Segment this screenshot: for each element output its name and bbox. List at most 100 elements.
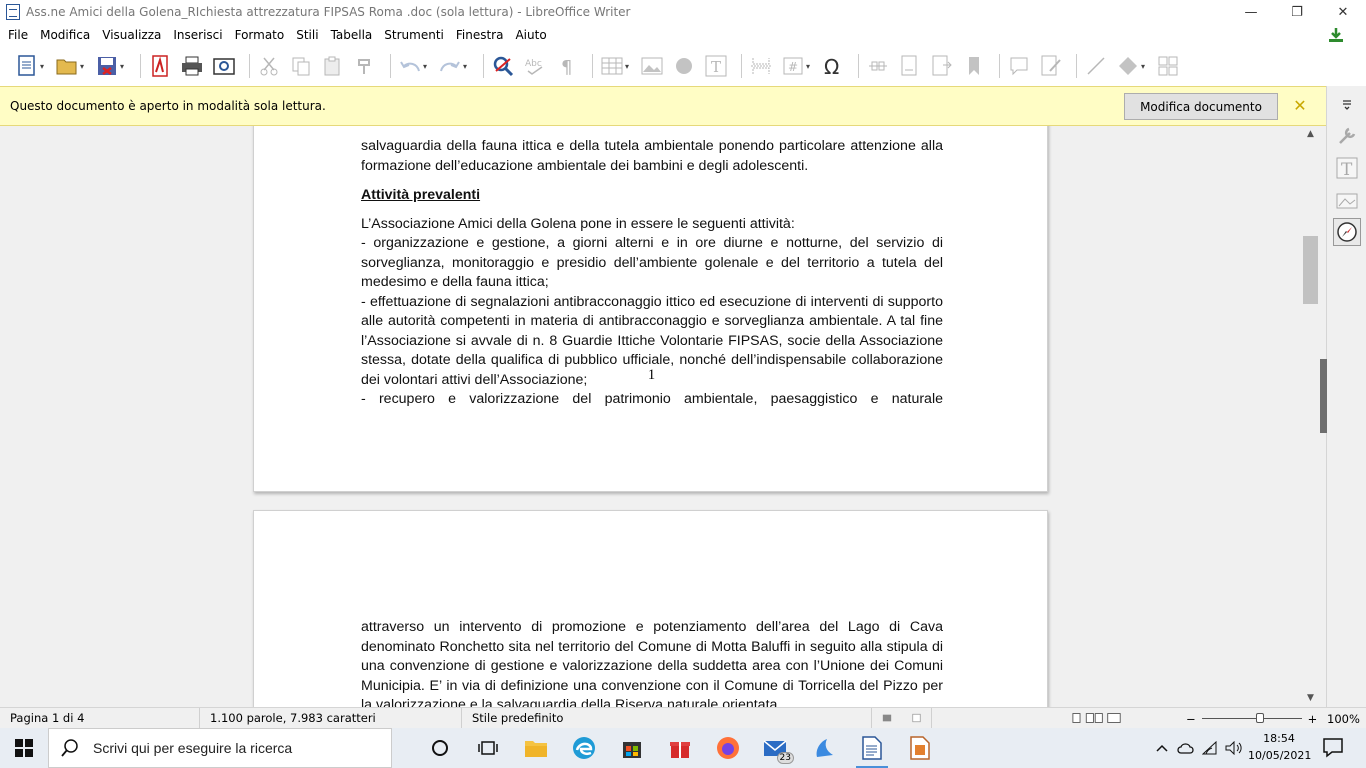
mail-unread-badge: 23	[776, 752, 794, 764]
copy-icon[interactable]	[288, 53, 314, 79]
sidebar-menu-icon[interactable]	[1333, 90, 1361, 118]
show-hidden-icons-chevron-icon[interactable]	[1150, 728, 1174, 768]
redo-icon[interactable]	[437, 53, 463, 79]
paste-icon[interactable]	[320, 53, 346, 79]
zoom-out-icon[interactable]: −	[1186, 712, 1196, 726]
zoom-track[interactable]	[1201, 713, 1302, 723]
formatting-marks-icon[interactable]: ¶	[554, 53, 580, 79]
special-character-icon[interactable]: Ω	[820, 53, 846, 79]
wifi-network-icon[interactable]	[1198, 728, 1222, 768]
find-replace-icon[interactable]	[490, 53, 516, 79]
notification-center-icon[interactable]	[1322, 736, 1346, 760]
scroll-up-arrow-icon[interactable]: ▲	[1302, 126, 1319, 143]
insert-textbox-icon[interactable]: T	[703, 53, 729, 79]
insert-line-icon[interactable]	[1083, 53, 1109, 79]
insert-hyperlink-icon[interactable]	[865, 53, 891, 79]
close-window-button[interactable]: ✕	[1320, 0, 1366, 24]
insert-comment-icon[interactable]	[1006, 53, 1032, 79]
print-preview-icon[interactable]	[211, 53, 237, 79]
menu-finestra[interactable]: Finestra	[450, 28, 510, 42]
open-dropdown-icon[interactable]: ▾	[80, 62, 88, 71]
minimize-button[interactable]: —	[1228, 0, 1274, 24]
taskbar-search-box[interactable]: Scrivi qui per eseguire la ricerca	[48, 728, 392, 768]
properties-wrench-icon[interactable]	[1333, 122, 1361, 150]
file-explorer-icon[interactable]	[512, 728, 560, 768]
volume-speaker-icon[interactable]	[1222, 728, 1246, 768]
task-view-icon[interactable]	[464, 728, 512, 768]
windows-start-icon[interactable]	[0, 728, 48, 768]
insert-chart-icon[interactable]	[671, 53, 697, 79]
undo-dropdown-icon[interactable]: ▾	[423, 62, 431, 71]
photos-app-icon[interactable]	[800, 728, 848, 768]
menu-tabella[interactable]: Tabella	[325, 28, 379, 42]
scroll-down-arrow-icon[interactable]: ▼	[1302, 690, 1319, 707]
insert-page-break-icon[interactable]	[748, 53, 774, 79]
libreoffice-taskbar-icon[interactable]	[896, 728, 944, 768]
document-area[interactable]: salvaguardia della fauna ittica e della …	[0, 126, 1302, 707]
libreoffice-writer-taskbar-icon[interactable]	[848, 728, 896, 768]
menu-visualizza[interactable]: Visualizza	[96, 28, 167, 42]
view-layout-icons[interactable]	[1062, 708, 1132, 729]
word-count-status[interactable]: 1.100 parole, 7.983 caratteri	[200, 707, 462, 729]
export-pdf-icon[interactable]	[147, 53, 173, 79]
insert-bookmark-icon[interactable]	[961, 53, 987, 79]
onedrive-cloud-icon[interactable]	[1174, 728, 1198, 768]
menu-formato[interactable]: Formato	[229, 28, 291, 42]
close-infobar-icon[interactable]: ✕	[1292, 97, 1308, 115]
styles-icon[interactable]: T	[1333, 154, 1361, 182]
cortana-icon[interactable]	[416, 728, 464, 768]
print-icon[interactable]	[179, 53, 205, 79]
drawing-functions-icon[interactable]	[1155, 53, 1181, 79]
save-icon[interactable]	[94, 53, 120, 79]
insert-field-icon[interactable]: #	[780, 53, 806, 79]
save-dropdown-icon[interactable]: ▾	[120, 62, 128, 71]
scroll-thumb[interactable]	[1303, 236, 1318, 304]
zoom-knob[interactable]	[1255, 713, 1264, 723]
insert-endnote-icon[interactable]	[929, 53, 955, 79]
gift-app-icon[interactable]	[656, 728, 704, 768]
new-document-icon[interactable]	[14, 53, 40, 79]
basic-shapes-icon[interactable]	[1115, 53, 1141, 79]
menu-modifica[interactable]: Modifica	[34, 28, 96, 42]
zoom-slider[interactable]: − +	[1186, 708, 1317, 729]
taskbar-clock[interactable]: 18:54 10/05/2021	[1248, 730, 1311, 764]
new-dropdown-icon[interactable]: ▾	[40, 62, 48, 71]
menu-file[interactable]: File	[2, 28, 34, 42]
redo-dropdown-icon[interactable]: ▾	[463, 62, 471, 71]
maximize-button[interactable]: ❐	[1274, 0, 1320, 24]
vertical-scrollbar[interactable]: ▲ ▼	[1302, 126, 1319, 707]
track-changes-icon[interactable]	[1038, 53, 1064, 79]
insert-image-icon[interactable]	[639, 53, 665, 79]
sidebar-collapse-handle[interactable]	[1320, 359, 1327, 433]
edit-document-button[interactable]: Modifica documento	[1124, 93, 1278, 120]
document-page-1[interactable]: salvaguardia della fauna ittica e della …	[253, 126, 1048, 492]
page-style-status[interactable]: Stile predefinito	[462, 707, 872, 729]
update-download-icon[interactable]	[1328, 27, 1344, 43]
microsoft-store-icon[interactable]	[608, 728, 656, 768]
clone-formatting-icon[interactable]	[352, 53, 378, 79]
table-dropdown-icon[interactable]: ▾	[625, 62, 633, 71]
page-count-status[interactable]: Pagina 1 di 4	[0, 707, 200, 729]
selection-mode-icon[interactable]	[872, 708, 902, 729]
mail-icon[interactable]: 23	[752, 728, 800, 768]
navigator-compass-icon[interactable]	[1333, 218, 1361, 246]
taskbar-search-placeholder: Scrivi qui per eseguire la ricerca	[93, 740, 293, 756]
field-dropdown-icon[interactable]: ▾	[806, 62, 814, 71]
menu-stili[interactable]: Stili	[290, 28, 324, 42]
cut-icon[interactable]	[256, 53, 282, 79]
spelling-icon[interactable]: Abc	[522, 53, 548, 79]
firefox-icon[interactable]	[704, 728, 752, 768]
undo-icon[interactable]	[397, 53, 423, 79]
gallery-icon[interactable]	[1333, 186, 1361, 214]
zoom-percentage[interactable]: 100%	[1327, 708, 1360, 729]
zoom-in-icon[interactable]: +	[1308, 712, 1318, 726]
open-folder-icon[interactable]	[54, 53, 80, 79]
shapes-dropdown-icon[interactable]: ▾	[1141, 62, 1149, 71]
menu-strumenti[interactable]: Strumenti	[378, 28, 450, 42]
insert-footnote-icon[interactable]	[897, 53, 923, 79]
insert-table-icon[interactable]	[599, 53, 625, 79]
document-page-2[interactable]: attraverso un intervento di promozione e…	[253, 510, 1048, 707]
menu-inserisci[interactable]: Inserisci	[167, 28, 228, 42]
menu-aiuto[interactable]: Aiuto	[509, 28, 552, 42]
edge-browser-icon[interactable]	[560, 728, 608, 768]
